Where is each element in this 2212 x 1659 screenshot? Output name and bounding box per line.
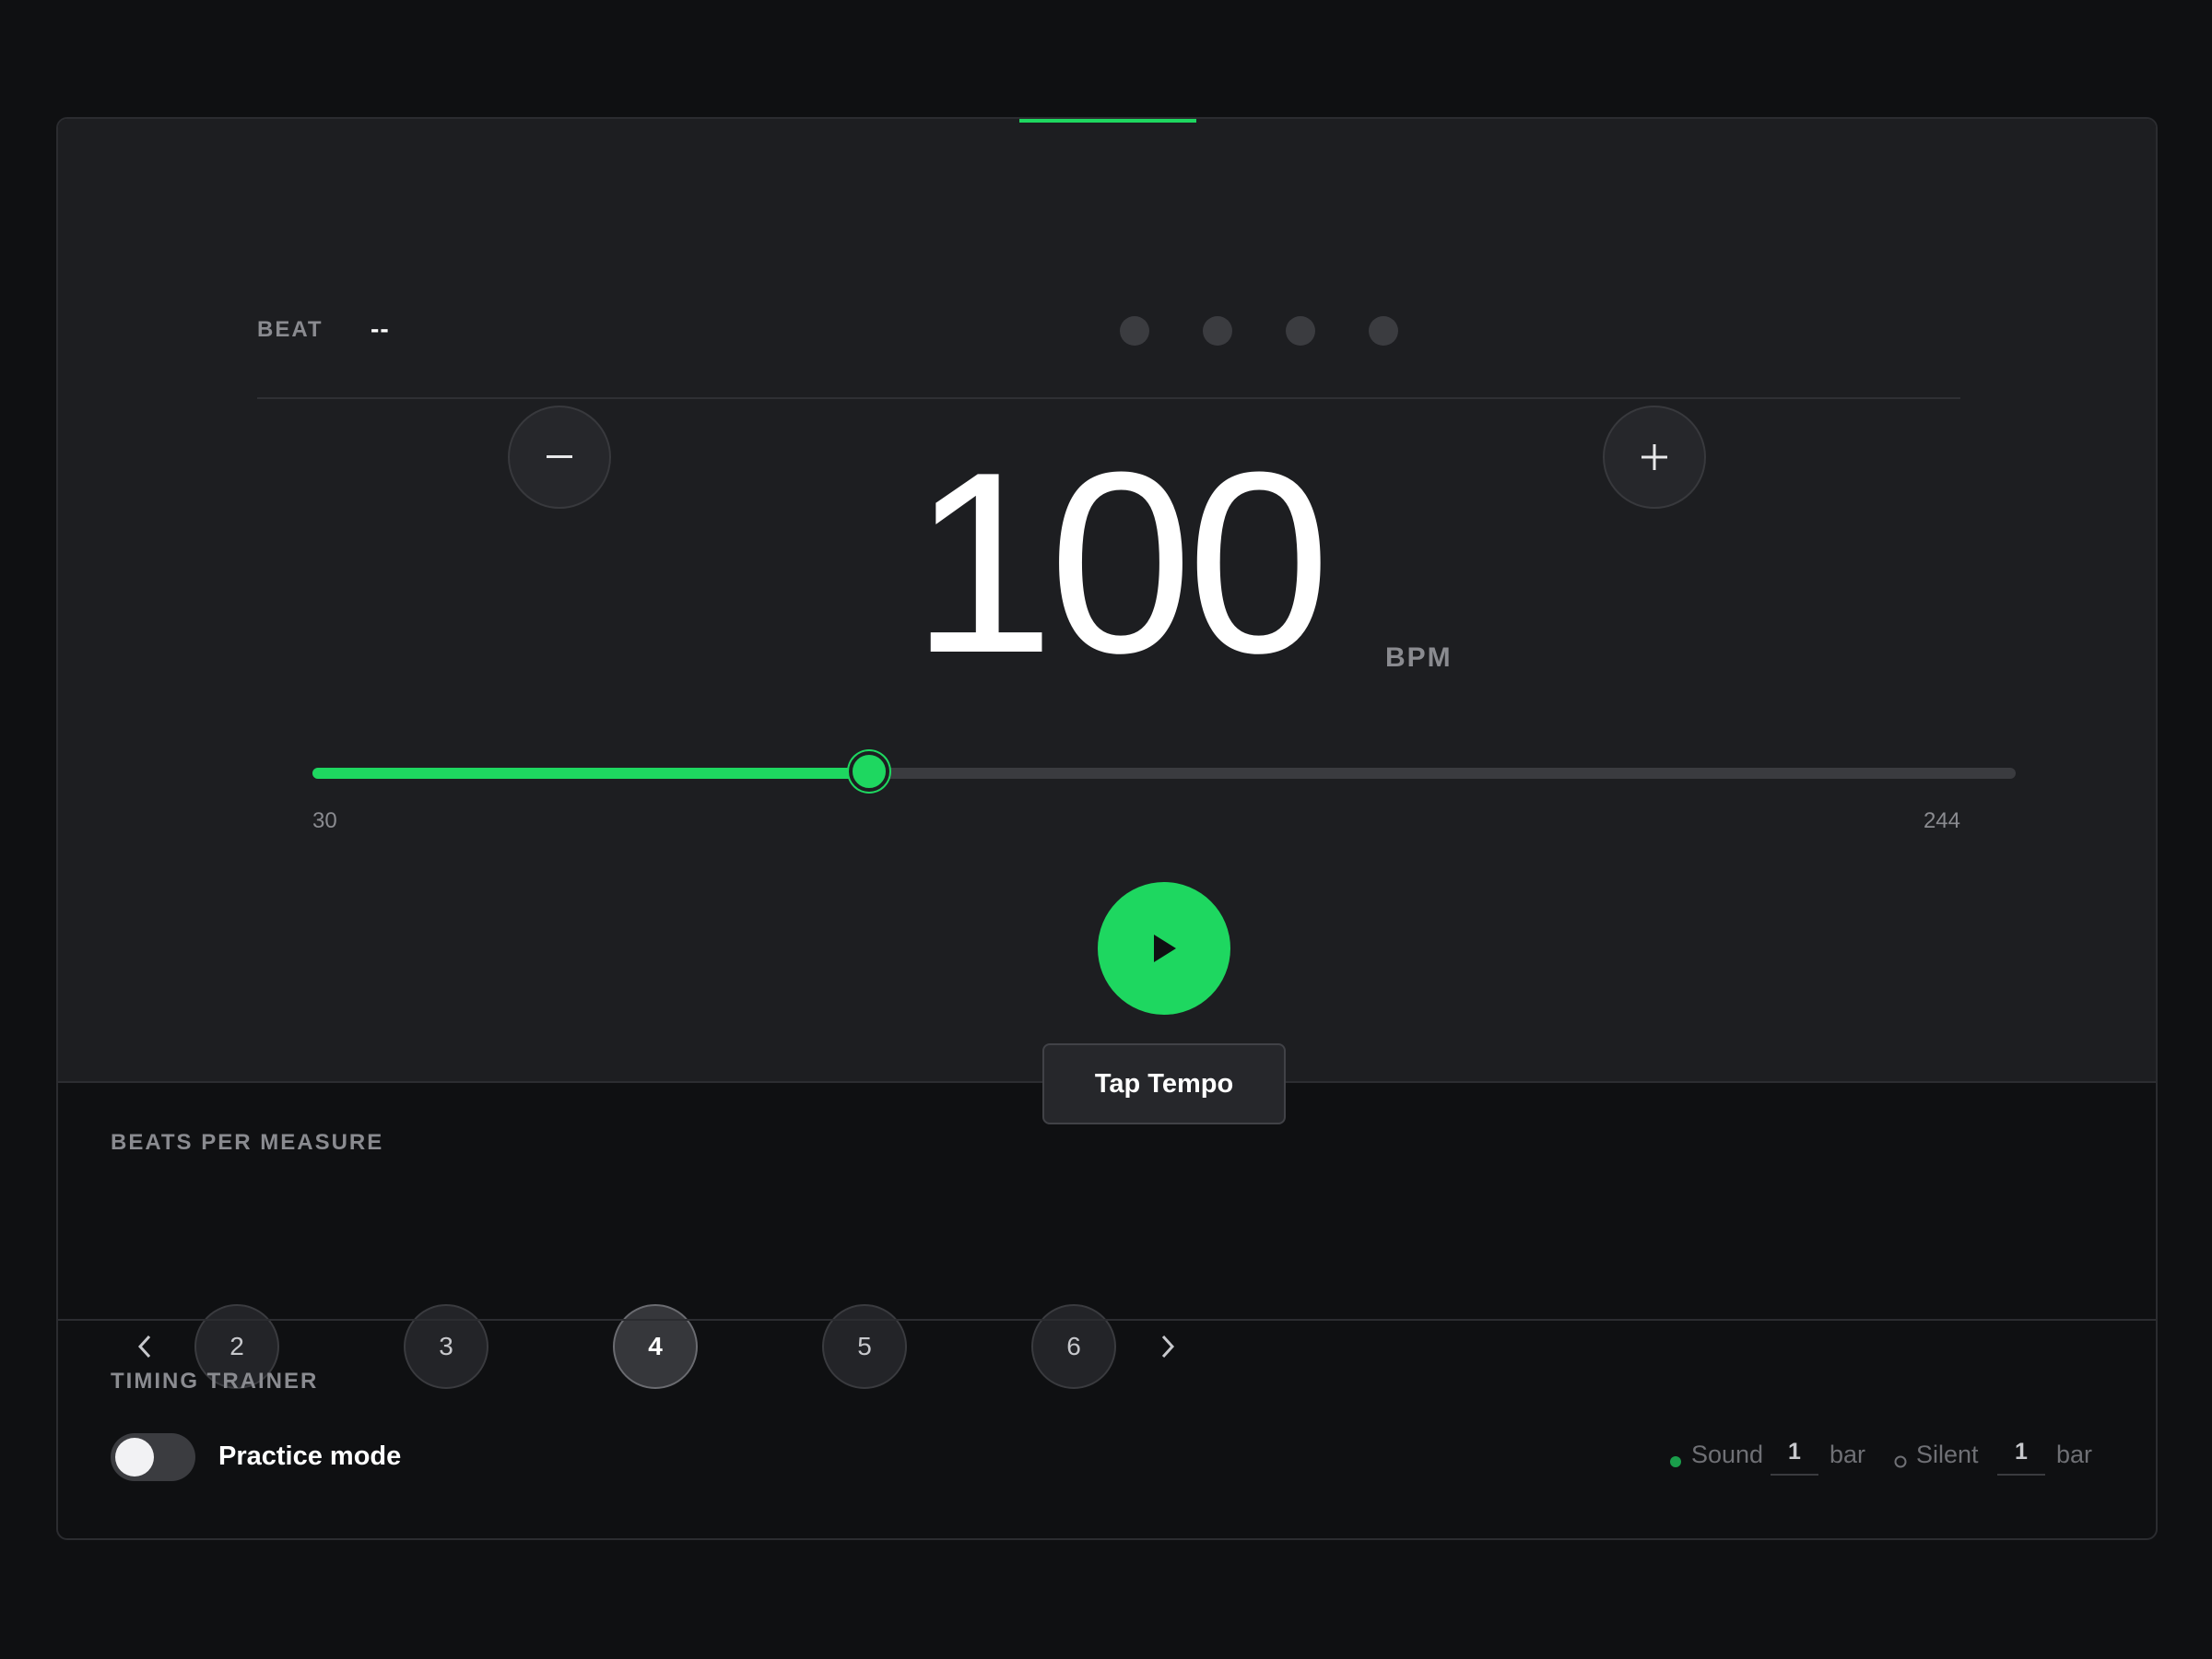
silent-bar-unit: bar bbox=[2056, 1441, 2093, 1468]
metronome-card: BEAT -- 100 BPM 30 244 Tap Tempo BEATS P… bbox=[56, 117, 2158, 1540]
bpm-display: 100 bbox=[911, 419, 1330, 707]
chevron-left-icon[interactable] bbox=[126, 1328, 163, 1365]
toggle-knob bbox=[115, 1438, 154, 1477]
silent-dot-icon bbox=[1894, 1446, 1907, 1475]
decrease-tempo-button[interactable] bbox=[508, 406, 611, 509]
sound-bar-unit: bar bbox=[1830, 1441, 1866, 1468]
plus-icon bbox=[1641, 444, 1667, 470]
increase-tempo-button[interactable] bbox=[1603, 406, 1706, 509]
silent-label: Silent bbox=[1916, 1441, 1979, 1468]
sound-dot-icon bbox=[1669, 1446, 1682, 1475]
beat-value: -- bbox=[371, 314, 390, 343]
sound-bars-input[interactable]: 1 bbox=[1771, 1437, 1818, 1476]
tap-tempo-button[interactable]: Tap Tempo bbox=[1042, 1043, 1286, 1124]
beats-option-3[interactable]: 3 bbox=[404, 1304, 488, 1389]
tempo-min-label: 30 bbox=[312, 808, 337, 833]
beat-indicator-1 bbox=[1120, 316, 1149, 346]
beat-label: BEAT bbox=[257, 317, 324, 342]
trainer-config: Sound 1 bar Silent 1 bar bbox=[1669, 1439, 2112, 1476]
beats-option-6[interactable]: 6 bbox=[1031, 1304, 1116, 1389]
chevron-right-icon[interactable] bbox=[1149, 1328, 1186, 1365]
minus-icon bbox=[547, 455, 572, 458]
tempo-max-label: 244 bbox=[1923, 808, 1960, 833]
sound-label: Sound bbox=[1691, 1441, 1764, 1468]
tempo-slider[interactable] bbox=[312, 751, 2016, 792]
play-button[interactable] bbox=[1098, 882, 1230, 1015]
bpm-unit: BPM bbox=[1385, 642, 1453, 673]
silent-bars-input[interactable]: 1 bbox=[1997, 1437, 2045, 1476]
timing-trainer-label: TIMING TRAINER bbox=[111, 1369, 319, 1394]
play-icon bbox=[1154, 935, 1176, 962]
section-divider bbox=[58, 1319, 2156, 1321]
beats-option-5[interactable]: 5 bbox=[822, 1304, 907, 1389]
practice-mode-label: Practice mode bbox=[218, 1441, 402, 1471]
tempo-panel: BEAT -- 100 BPM 30 244 Tap Tempo bbox=[58, 119, 2156, 1124]
beat-indicator-3 bbox=[1286, 316, 1315, 346]
tempo-slider-thumb[interactable] bbox=[849, 751, 890, 792]
tempo-slider-fill bbox=[312, 768, 870, 779]
active-indicator bbox=[1019, 119, 1196, 123]
beat-indicator-4 bbox=[1369, 316, 1398, 346]
beats-per-measure-label: BEATS PER MEASURE bbox=[111, 1130, 384, 1155]
practice-mode-toggle[interactable] bbox=[111, 1433, 195, 1481]
beat-indicator-2 bbox=[1203, 316, 1232, 346]
divider bbox=[257, 397, 1960, 399]
beats-option-4[interactable]: 4 bbox=[613, 1304, 698, 1389]
